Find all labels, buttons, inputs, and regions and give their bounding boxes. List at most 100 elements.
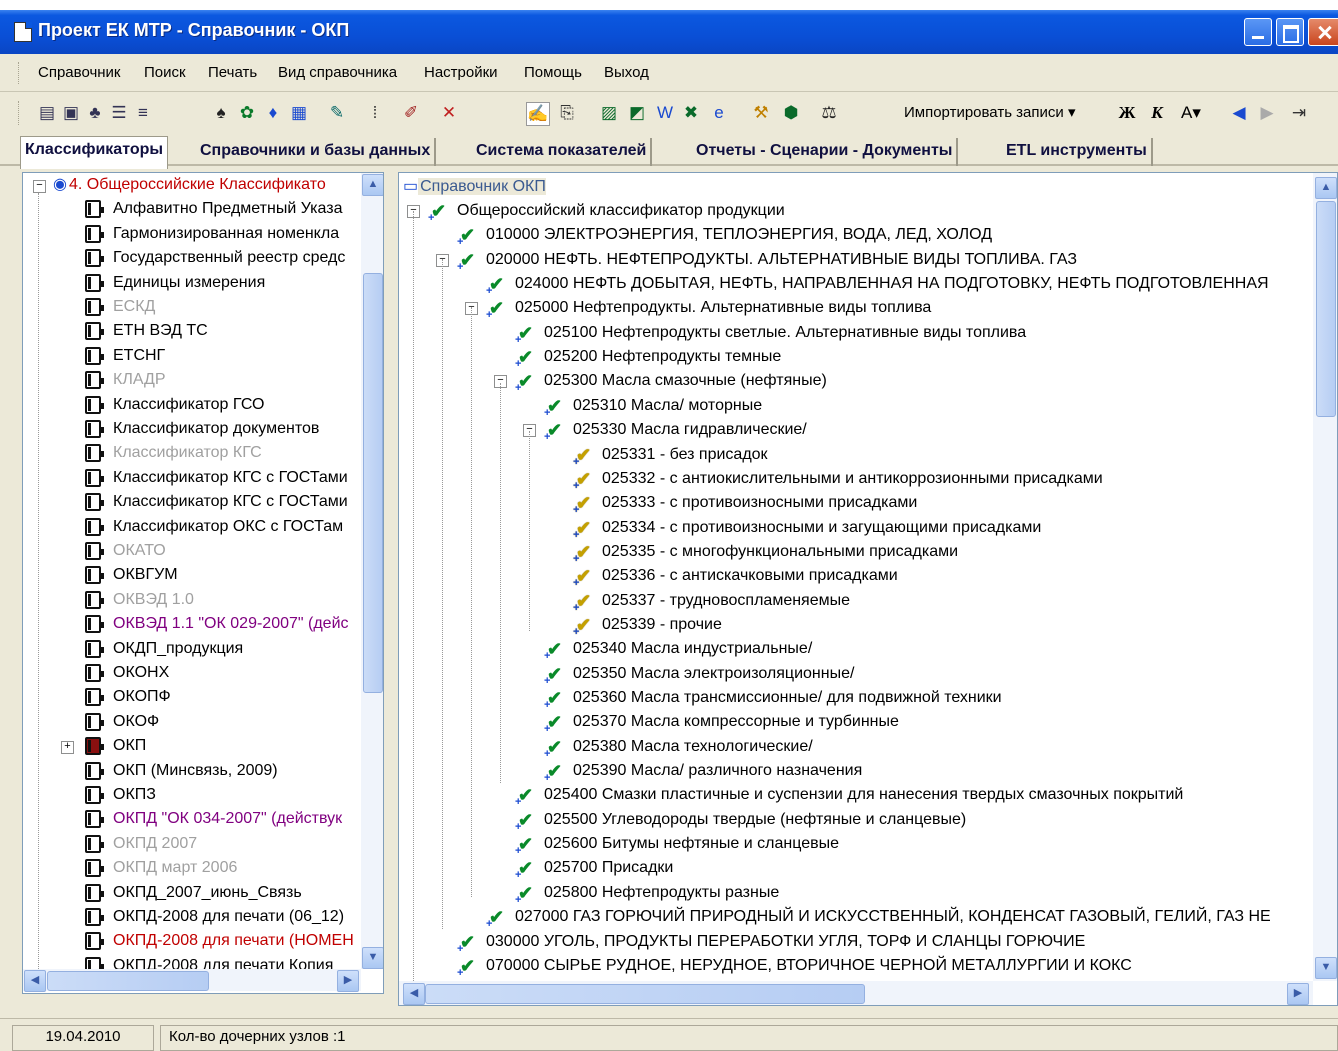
back-arrow-icon[interactable]: ◀ — [1228, 102, 1250, 124]
close-button[interactable] — [1308, 18, 1338, 46]
tree-item[interactable]: ОКВЭД 1.1 "ОК 029-2007" (дейс — [111, 614, 349, 634]
tree-item[interactable]: 025350 Масла электроизоляционные/ — [571, 664, 854, 684]
okp-tree[interactable]: ▭ Справочник ОКП − ✔ + Общероссийский классиф… — [398, 172, 1338, 1006]
tree-item[interactable]: 025336 - с антискачковыми присадками — [600, 566, 898, 586]
scroll-thumb[interactable] — [363, 273, 383, 693]
tree-item[interactable]: 025600 Битумы нефтяные и сланцевые — [542, 834, 839, 854]
menu-exit[interactable]: Выход — [604, 64, 649, 81]
highlight-icon[interactable]: ✍ — [526, 102, 550, 126]
tree-item[interactable]: Общероссийский классификатор продукции — [455, 201, 785, 221]
tab-reports[interactable]: Отчеты - Сценарии - Документы — [692, 138, 959, 166]
tree-item[interactable]: 025335 - с многофункциональными присадка… — [600, 542, 958, 562]
tree-item[interactable]: 025337 - трудновоспламеняемые — [600, 591, 850, 611]
scroll-thumb[interactable] — [47, 971, 209, 991]
tree-item[interactable]: ОКВЭД 1.0 — [111, 590, 194, 610]
tree-item[interactable]: ОКПЗ — [111, 785, 156, 805]
toolbar-grip[interactable] — [18, 101, 22, 125]
scales-icon[interactable]: ⚖ — [818, 102, 840, 124]
tree-item[interactable]: 025331 - без присадок — [600, 445, 768, 465]
tree-item[interactable]: Классификатор КГС с ГОСТами — [111, 492, 348, 512]
find-all-icon[interactable]: ▦ — [288, 102, 310, 124]
expand-toggle[interactable]: + — [61, 741, 74, 755]
tab-etl[interactable]: ETL инструменты — [1002, 138, 1153, 166]
edit-icon[interactable]: ✐ — [400, 102, 422, 124]
tab-indicators[interactable]: Система показателей — [472, 138, 653, 166]
word-icon[interactable]: W — [654, 102, 676, 124]
tree-item[interactable]: ЕТН ВЭД ТС — [111, 321, 208, 341]
tree-item[interactable]: ОКОПФ — [111, 687, 171, 707]
find-next-icon[interactable]: ♦ — [262, 102, 284, 124]
tree-item[interactable]: 025300 Масла смазочные (нефтяные) — [542, 371, 827, 391]
delete-icon[interactable]: ✕ — [438, 102, 460, 124]
tree-item[interactable]: 025340 Масла индустриальные/ — [571, 639, 812, 659]
menu-spravochnik[interactable]: Справочник — [38, 64, 121, 81]
hierarchy-icon[interactable]: ♣ — [84, 102, 106, 124]
tree-item[interactable]: ОКПД март 2006 — [111, 858, 237, 878]
tree-item[interactable]: 025390 Масла/ различного назначения — [571, 761, 862, 781]
classifier-tree[interactable]: − ◉ 4. Общероссийские Классификато Алфавитн… — [22, 172, 384, 994]
left-vertical-scrollbar[interactable]: ▲ ▼ — [361, 173, 383, 969]
tree-item[interactable]: 025332 - с антиокислительными и антикорр… — [600, 469, 1103, 489]
tab-classifiers[interactable]: Классификаторы — [20, 136, 169, 169]
scroll-thumb[interactable] — [1316, 201, 1336, 417]
copy-icon[interactable]: ⎘ — [556, 102, 578, 124]
menu-view[interactable]: Вид справочника — [278, 64, 397, 81]
tree-expand-icon[interactable]: ⁞ — [364, 102, 386, 124]
tree-item[interactable]: ОКДП_продукция — [111, 639, 243, 659]
tree-item[interactable]: 025360 Масла трансмиссионные/ для подвиж… — [571, 688, 1002, 708]
tree-item[interactable]: ОКПД 2007 — [111, 834, 197, 854]
sort-icon[interactable]: ☰ — [108, 102, 130, 124]
menu-settings[interactable]: Настройки — [424, 64, 498, 81]
tree-item[interactable]: 024000 НЕФТЬ ДОБЫТАЯ, НЕФТЬ, НАПРАВЛЕННА… — [513, 274, 1269, 294]
right-horizontal-scrollbar[interactable]: ◀ ▶ — [399, 981, 1313, 1005]
tree-item[interactable]: ОКОНХ — [111, 663, 169, 683]
tree-item[interactable]: ОКПД-2008 для печати (НОМЕН — [111, 931, 354, 951]
browser-icon[interactable]: e — [708, 102, 730, 124]
tree-item[interactable]: Классификатор ГСО — [111, 395, 264, 415]
minimize-button[interactable] — [1244, 18, 1272, 46]
import-records-dropdown[interactable]: Импортировать записи ▾ — [904, 103, 1075, 121]
tree-item[interactable]: 025310 Масла/ моторные — [571, 396, 762, 416]
tree-item[interactable]: Гармонизированная номенкла — [111, 224, 339, 244]
tree-item[interactable]: 025200 Нефтепродукты темные — [542, 347, 781, 367]
binoculars-icon[interactable]: ♠ — [210, 102, 232, 124]
tree-item[interactable]: Государственный реестр средс — [111, 248, 345, 268]
tree-item[interactable]: Классификатор КГС с ГОСТами — [111, 468, 348, 488]
tree-item[interactable]: 025370 Масла компрессорные и турбинные — [571, 712, 899, 732]
menu-print[interactable]: Печать — [208, 64, 257, 81]
tree-item[interactable]: ОКПД-2008 для печати (06_12) — [111, 907, 344, 927]
scroll-left-button[interactable]: ◀ — [24, 970, 46, 992]
refresh-icon[interactable]: ✿ — [236, 102, 258, 124]
tree-root-node[interactable]: ◉ 4. Общероссийские Классификато — [53, 175, 326, 195]
tree-item[interactable]: 025339 - прочие — [600, 615, 722, 635]
package-icon[interactable]: ⬢ — [780, 102, 802, 124]
xml-icon[interactable]: ✖ — [680, 102, 702, 124]
tree-item[interactable]: ОКАТО — [111, 541, 166, 561]
tree-item[interactable]: 025500 Углеводороды твердые (нефтяные и … — [542, 810, 966, 830]
tree-item[interactable]: Единицы измерения — [111, 273, 265, 293]
tools-icon[interactable]: ⚒ — [750, 102, 772, 124]
scroll-up-button[interactable]: ▲ — [1315, 177, 1337, 199]
tree-item[interactable]: 027000 ГАЗ ГОРЮЧИЙ ПРИРОДНЫЙ И ИСКУССТВЕ… — [513, 907, 1271, 927]
right-vertical-scrollbar[interactable]: ▲ ▼ — [1313, 173, 1337, 981]
tree-item[interactable]: ЕСКД — [111, 297, 155, 317]
tree-item[interactable]: 020000 НЕФТЬ. НЕФТЕПРОДУКТЫ. АЛЬТЕРНАТИВ… — [484, 250, 1077, 270]
scroll-left-button[interactable]: ◀ — [403, 983, 425, 1005]
tree-item[interactable]: Алфавитно Предметный Указа — [111, 199, 342, 219]
tree-item[interactable]: 070000 СЫРЬЕ РУДНОЕ, НЕРУДНОЕ, ВТОРИЧНОЕ… — [484, 956, 1132, 976]
root-collapse-toggle[interactable]: − — [33, 180, 46, 193]
tree-item[interactable]: 025334 - с противоизносными и загущающим… — [600, 518, 1041, 538]
tree-item[interactable]: 025330 Масла гидравлические/ — [571, 420, 807, 440]
menu-search[interactable]: Поиск — [144, 64, 186, 81]
left-horizontal-scrollbar[interactable]: ◀ ▶ — [23, 969, 361, 992]
properties-icon[interactable]: ▤ — [36, 102, 58, 124]
tab-references[interactable]: Справочники и базы данных — [196, 138, 437, 166]
tree-item[interactable]: Классификатор документов — [111, 419, 319, 439]
tree-item[interactable]: ОКВГУМ — [111, 565, 178, 585]
bold-button[interactable]: Ж — [1116, 102, 1138, 124]
tree-item[interactable]: ОКП — [111, 736, 146, 756]
export-icon[interactable]: ▨ — [598, 102, 620, 124]
tree-item[interactable]: ОКПД "ОК 034-2007" (действук — [111, 809, 342, 829]
tree-item[interactable]: 030000 УГОЛЬ, ПРОДУКТЫ ПЕРЕРАБОТКИ УГЛЯ,… — [484, 932, 1085, 952]
tree-item[interactable]: 025800 Нефтепродукты разные — [542, 883, 779, 903]
